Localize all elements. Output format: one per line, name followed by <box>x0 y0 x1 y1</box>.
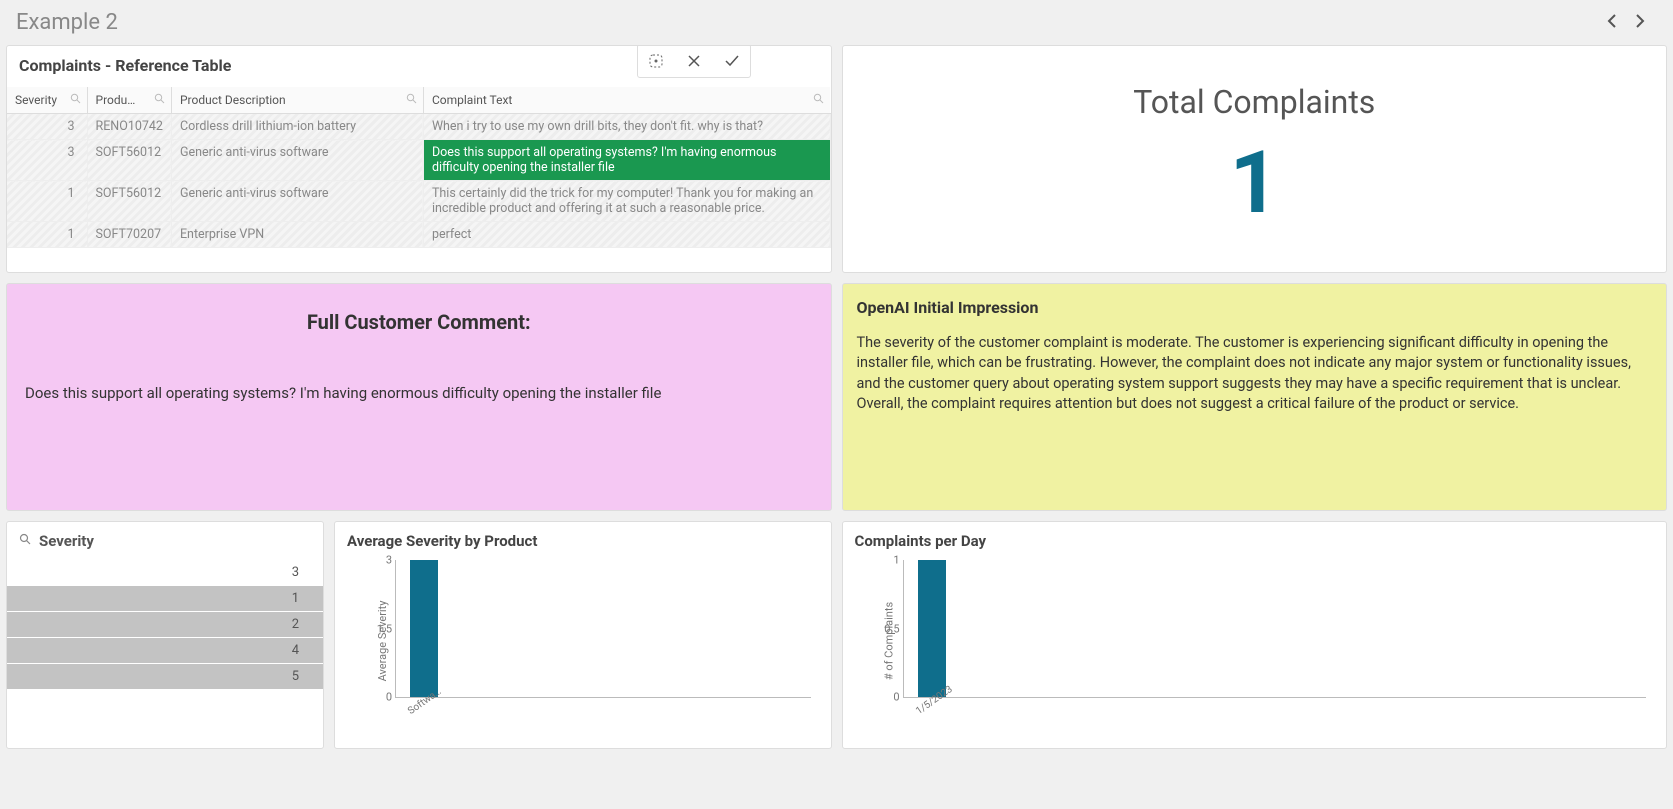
reference-table: Severity Produ… Product Description <box>7 87 831 248</box>
cell-severity[interactable]: 1 <box>7 222 87 248</box>
table-row[interactable]: 1SOFT56012Generic anti-virus softwareThi… <box>7 181 830 222</box>
y-axis-label: # of Complaints <box>882 602 895 680</box>
page-header: Example 2 <box>0 0 1673 45</box>
cell-complaint-text[interactable]: When i try to use my own drill bits, the… <box>423 114 830 140</box>
cell-complaint-text[interactable]: perfect <box>423 222 830 248</box>
chart-plot-area[interactable]: 0 1.5 3 Softwa… <box>395 560 811 698</box>
cell-complaint-text[interactable]: This certainly did the trick for my comp… <box>423 181 830 222</box>
complaints-reference-table-panel: Complaints - Reference Table Severity <box>6 45 832 273</box>
y-tick: 0.5 <box>870 622 900 635</box>
page-title: Example 2 <box>16 10 118 35</box>
kpi-value: 1 <box>1230 131 1279 234</box>
cell-product[interactable]: RENO10742 <box>87 114 171 140</box>
y-tick: 1.5 <box>362 622 392 635</box>
severity-filter-panel: Severity 31245 <box>6 521 324 749</box>
selection-toolbar <box>637 45 751 78</box>
search-icon[interactable] <box>154 93 165 107</box>
cell-description[interactable]: Generic anti-virus software <box>171 181 423 222</box>
comment-body: Does this support all operating systems?… <box>25 384 813 402</box>
table-row[interactable]: 1SOFT70207Enterprise VPNperfect <box>7 222 830 248</box>
cell-product[interactable]: SOFT70207 <box>87 222 171 248</box>
search-icon[interactable] <box>70 93 81 107</box>
cell-product[interactable]: SOFT56012 <box>87 140 171 181</box>
chart-plot-area[interactable]: 0 0.5 1 1/5/2023 <box>903 560 1647 698</box>
cancel-selection-button[interactable] <box>678 47 710 75</box>
severity-filter-item[interactable]: 5 <box>7 664 323 690</box>
comment-title: Full Customer Comment: <box>25 310 813 334</box>
severity-filter-item[interactable]: 4 <box>7 638 323 664</box>
severity-filter-title: Severity <box>39 532 94 550</box>
column-header-label: Produ… <box>96 93 136 107</box>
chart-bar[interactable] <box>410 560 438 697</box>
chart-title: Average Severity by Product <box>347 532 819 550</box>
column-header-complaint-text[interactable]: Complaint Text <box>423 87 830 114</box>
severity-filter-item[interactable]: 1 <box>7 586 323 612</box>
impression-title: OpenAI Initial Impression <box>857 298 1653 317</box>
impression-body: The severity of the customer complaint i… <box>857 333 1653 414</box>
reference-table-title: Complaints - Reference Table <box>19 56 231 75</box>
column-header-severity[interactable]: Severity <box>7 87 87 114</box>
table-row[interactable]: 3RENO10742Cordless drill lithium-ion bat… <box>7 114 830 140</box>
next-sheet-button[interactable] <box>1635 13 1645 32</box>
y-tick: 1 <box>870 554 900 567</box>
page-nav-arrows <box>1607 13 1657 32</box>
y-tick: 3 <box>362 554 392 567</box>
column-header-label: Product Description <box>180 93 286 107</box>
severity-filter-item[interactable]: 2 <box>7 612 323 638</box>
table-row[interactable]: 3SOFT56012Generic anti-virus softwareDoe… <box>7 140 830 181</box>
column-header-label: Severity <box>15 93 57 107</box>
search-icon[interactable] <box>19 533 31 549</box>
cell-description[interactable]: Enterprise VPN <box>171 222 423 248</box>
cell-severity[interactable]: 3 <box>7 140 87 181</box>
complaints-per-day-chart-panel: Complaints per Day # of Complaints 0 0.5… <box>842 521 1668 749</box>
cell-description[interactable]: Generic anti-virus software <box>171 140 423 181</box>
cell-product[interactable]: SOFT56012 <box>87 181 171 222</box>
cell-complaint-text[interactable]: Does this support all operating systems?… <box>423 140 830 181</box>
full-customer-comment-panel: Full Customer Comment: Does this support… <box>6 283 832 511</box>
cell-severity[interactable]: 3 <box>7 114 87 140</box>
y-axis-label: Average Severity <box>376 601 389 682</box>
openai-impression-panel: OpenAI Initial Impression The severity o… <box>842 283 1668 511</box>
column-header-product[interactable]: Produ… <box>87 87 171 114</box>
total-complaints-panel: Total Complaints 1 <box>842 45 1668 273</box>
confirm-selection-button[interactable] <box>716 47 748 75</box>
prev-sheet-button[interactable] <box>1607 13 1617 32</box>
y-tick: 0 <box>362 691 392 704</box>
cell-description[interactable]: Cordless drill lithium-ion battery <box>171 114 423 140</box>
lasso-select-button[interactable] <box>640 47 672 75</box>
y-tick: 0 <box>870 691 900 704</box>
column-header-label: Complaint Text <box>432 93 512 107</box>
chart-bar[interactable] <box>918 560 946 697</box>
chart-title: Complaints per Day <box>855 532 1655 550</box>
search-icon[interactable] <box>406 93 417 107</box>
severity-filter-item[interactable]: 3 <box>7 560 323 586</box>
column-header-description[interactable]: Product Description <box>171 87 423 114</box>
avg-severity-chart-panel: Average Severity by Product Average Seve… <box>334 521 832 749</box>
search-icon[interactable] <box>813 93 824 107</box>
cell-severity[interactable]: 1 <box>7 181 87 222</box>
kpi-title: Total Complaints <box>1133 83 1375 121</box>
